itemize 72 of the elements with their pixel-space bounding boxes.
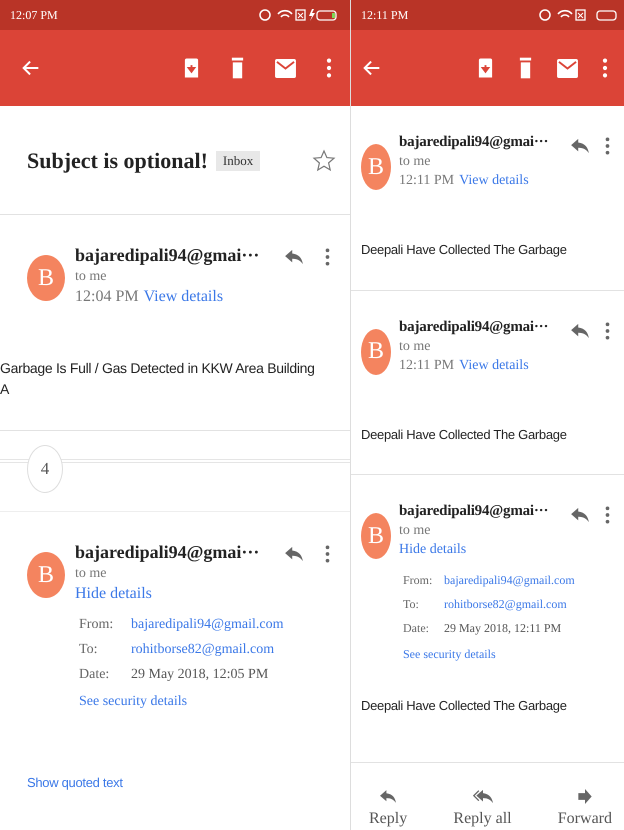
subject-title: Subject is optional!: [27, 148, 208, 174]
more-icon[interactable]: [325, 247, 330, 267]
detail-label: Date:: [403, 621, 430, 636]
more-icon[interactable]: [605, 505, 610, 525]
detail-label: From:: [79, 617, 114, 633]
sender-avatar: B: [361, 513, 391, 559]
inbox-label: Inbox: [216, 151, 260, 171]
detail-link[interactable]: bajaredipali94@gmail.com: [131, 617, 284, 633]
message-body: Garbage Is Full / Gas Detected in KKW Area Building A: [0, 359, 316, 399]
reply-icon[interactable]: [285, 249, 303, 265]
security-link[interactable]: See security details: [79, 694, 336, 710]
sender-name: bajaredipali94@gmai···: [75, 245, 260, 266]
details-link[interactable]: View details: [459, 173, 529, 189]
more-icon[interactable]: [605, 136, 610, 156]
recipient-text: to me: [399, 523, 432, 539]
details-link[interactable]: View details: [144, 288, 224, 306]
reply-icon[interactable]: [571, 138, 589, 154]
sender-avatar: B: [27, 255, 65, 301]
action-button[interactable]: Reply all: [453, 788, 512, 828]
more-icon[interactable]: [602, 57, 608, 79]
more-icon[interactable]: [326, 57, 332, 79]
detail-label: From:: [403, 573, 434, 588]
recipient-text: to me: [75, 269, 108, 285]
archive-icon[interactable]: [477, 56, 494, 80]
details-link[interactable]: Hide details: [399, 542, 466, 558]
detail-link[interactable]: rohitborse82@gmail.com: [444, 597, 567, 612]
status-time: 12:07 PM: [10, 8, 58, 22]
status-time: 12:11 PM: [361, 8, 408, 22]
recipient-text: to me: [399, 154, 432, 170]
recipient-text: to me: [75, 566, 108, 582]
detail-label: To:: [79, 642, 98, 658]
detail-label: Date:: [79, 667, 110, 683]
more-icon[interactable]: [325, 544, 330, 564]
collapsed-count[interactable]: 4: [27, 445, 63, 493]
message-time: 12:11 PM: [399, 173, 454, 189]
action-button[interactable]: Forward: [558, 788, 612, 828]
message-body: Deepali Have Collected The Garbage: [361, 426, 568, 444]
delete-icon[interactable]: [230, 56, 245, 80]
sender-name: bajaredipali94@gmai···: [399, 318, 550, 336]
mail-icon[interactable]: [557, 58, 578, 78]
sender-name: bajaredipali94@gmai···: [399, 503, 550, 520]
detail-link[interactable]: bajaredipali94@gmail.com: [444, 573, 575, 588]
reply-icon: [380, 788, 396, 804]
security-link[interactable]: See security details: [403, 647, 614, 662]
action-button[interactable]: Reply: [369, 788, 408, 828]
message-body: Deepali Have Collected The Garbage: [361, 697, 568, 715]
mail-icon[interactable]: [275, 58, 296, 78]
show-quoted-link[interactable]: Show quoted text: [27, 775, 123, 790]
reply-all-icon: [472, 788, 492, 804]
detail-label: To:: [403, 597, 420, 612]
archive-icon[interactable]: [183, 56, 200, 80]
detail-value: 29 May 2018, 12:11 PM: [444, 621, 562, 636]
details-link[interactable]: Hide details: [75, 585, 152, 603]
reply-icon[interactable]: [571, 322, 589, 338]
delete-icon[interactable]: [518, 56, 533, 80]
star-icon[interactable]: [312, 149, 336, 173]
message-time: 12:04 PM: [75, 288, 139, 306]
details-link[interactable]: View details: [459, 358, 529, 374]
sender-name: bajaredipali94@gmai···: [75, 542, 260, 563]
sender-name: bajaredipali94@gmai···: [399, 134, 550, 151]
recipient-text: to me: [399, 338, 432, 354]
forward-icon: [578, 788, 592, 804]
message-body: Deepali Have Collected The Garbage: [361, 241, 568, 259]
sender-avatar: B: [27, 552, 65, 598]
sender-avatar: B: [361, 328, 391, 374]
message-time: 12:11 PM: [399, 358, 454, 374]
reply-icon[interactable]: [571, 507, 589, 523]
reply-icon[interactable]: [285, 546, 303, 562]
sender-avatar: B: [361, 144, 391, 190]
more-icon[interactable]: [605, 320, 610, 340]
detail-value: 29 May 2018, 12:05 PM: [131, 667, 268, 683]
detail-link[interactable]: rohitborse82@gmail.com: [131, 642, 274, 658]
